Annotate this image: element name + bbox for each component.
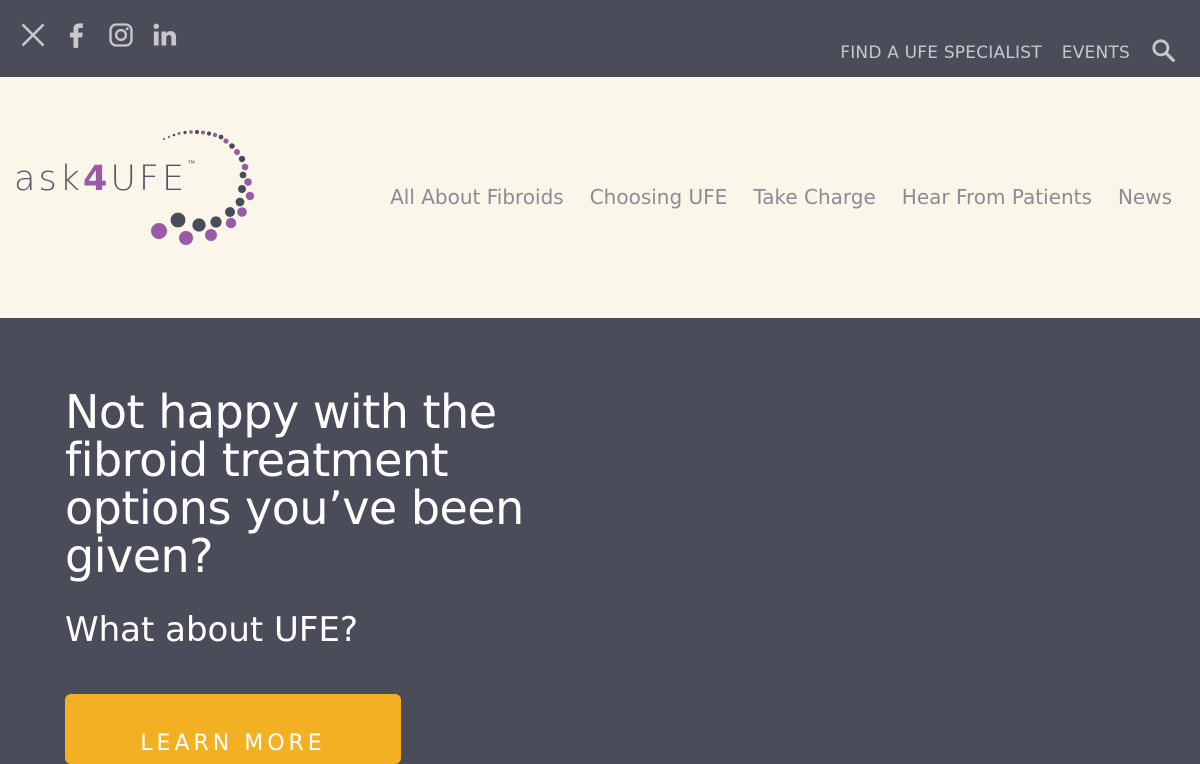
events-link[interactable]: EVENTS: [1062, 43, 1130, 63]
hero-subheading: What about UFE?: [65, 610, 359, 650]
hero-headline: Not happy with the fibroid treatment opt…: [65, 385, 524, 583]
site-logo[interactable]: ask4UFE™: [12, 123, 272, 253]
logo-number: 4: [82, 159, 111, 199]
x-icon[interactable]: [18, 20, 48, 50]
logo-trademark: ™: [187, 159, 196, 168]
hero-section: Not happy with the fibroid treatment opt…: [0, 318, 1200, 764]
facebook-icon[interactable]: [62, 20, 92, 50]
search-icon[interactable]: [1150, 37, 1176, 68]
main-nav: All About Fibroids Choosing UFE Take Cha…: [390, 185, 1172, 209]
nav-item-hear-from-patients[interactable]: Hear From Patients: [902, 185, 1092, 209]
social-links: [18, 20, 180, 50]
utility-nav: FIND A UFE SPECIALIST EVENTS: [840, 37, 1176, 68]
logo-wordmark: ask4UFE™: [14, 159, 195, 199]
logo-suffix: UFE: [110, 159, 188, 199]
nav-item-all-about-fibroids[interactable]: All About Fibroids: [390, 185, 564, 209]
linkedin-icon[interactable]: [150, 20, 180, 50]
site-header: ask4UFE™ All About Fibroids Choosing UFE…: [0, 77, 1200, 318]
learn-more-button[interactable]: LEARN MORE: [65, 694, 401, 764]
nav-item-choosing-ufe[interactable]: Choosing UFE: [590, 185, 728, 209]
instagram-icon[interactable]: [106, 20, 136, 50]
logo-prefix: ask: [14, 159, 83, 199]
top-bar: FIND A UFE SPECIALIST EVENTS: [0, 0, 1200, 77]
find-specialist-link[interactable]: FIND A UFE SPECIALIST: [840, 43, 1042, 63]
nav-item-news[interactable]: News: [1118, 185, 1172, 209]
nav-item-take-charge[interactable]: Take Charge: [753, 185, 875, 209]
